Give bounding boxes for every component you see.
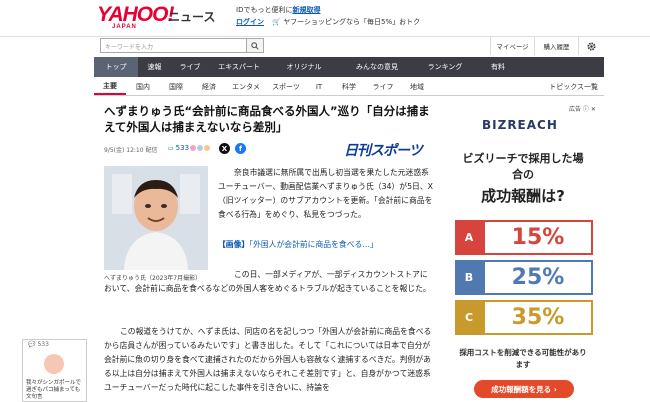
comment-count: 💬 533 [28,341,49,348]
yahoo-logo[interactable]: YAHOO! [97,4,174,25]
signup-link[interactable]: 新規取得 [292,6,320,14]
ad-label: 広告 ⓘ ✕ [569,106,596,113]
facebook-share-icon[interactable]: f [235,143,246,154]
id-promo: IDでもっと便利に新規取得 [236,5,320,15]
comment-snippet: 我々がシンガポールで過ぎもパコ捕まっても文句言 [26,380,82,400]
paragraph-1-text: 奈良市議選に無所属で出馬し初当選を果たした元迷惑系ユーチューバー、動画配信業へず… [218,168,433,219]
plan-c-pct: 35% [483,300,593,335]
paragraph-2-body: この日、一部メディアが、一部ディスカウントストアにおいて、会計前に商品を食べるな… [104,270,431,293]
ad-cta-button[interactable]: 成功報酬額を見る › [474,380,574,398]
ad-cta-label: 成功報酬額を見る [491,384,552,394]
tab-region[interactable]: 地域 [400,78,434,95]
paragraph-3-text: この報道をうけてか、へずま氏は、同店の名を記しつつ「外国人が会計前に商品を食べる… [104,327,432,392]
search-button[interactable] [246,38,264,53]
news-section-title[interactable]: ニュース [168,8,215,25]
plan-b-label: B [455,260,483,295]
article-paragraph-2: この日、一部メディアが、一部ディスカウントストアにおいて、会計前に商品を食べるな… [104,268,434,296]
plan-c-label: C [455,300,483,335]
category-nav: 主要 国内 国際 経済 エンタメ スポーツ IT 科学 ライフ 地域 トピックス… [94,78,604,96]
tab-economy[interactable]: 経済 [192,78,226,95]
bizreach-logo: BIZREACH [482,118,558,132]
ad-headline: ビズリーチで採用した場合の [462,152,584,181]
login-row: ログイン 🛒 ヤフーショッピングなら「毎日5%」おトク [236,17,420,27]
login-link[interactable]: ログイン [236,18,264,26]
yahoo-logo-sub: JAPAN [112,24,137,30]
ad-label-text: 広告 [569,106,582,113]
tab-it[interactable]: IT [306,78,332,95]
article-title: へずまりゅう氏“会計前に商品食べる外国人”巡り「自分は捕まえて外国人は捕まえない… [104,104,430,134]
ad-plan-b: B 25% [455,260,593,295]
ad-big-text: 成功報酬は? [481,187,565,205]
comments-link[interactable]: ▭ 533 [168,144,189,152]
source-logo[interactable]: 日刊スポーツ [344,140,423,160]
person-photo [104,166,208,270]
cart-icon: 🛒 [272,18,281,26]
comment-count-value: 533 [37,341,49,348]
plan-a-label: A [455,220,483,255]
search-input[interactable]: キーワードを入力 [100,38,247,53]
tab-domestic[interactable]: 国内 [126,78,160,95]
mypage-link[interactable]: マイページ [490,37,534,55]
x-share-icon[interactable]: X [219,143,230,154]
nav-top[interactable]: トップ [94,57,138,77]
article-paragraph-3: この報道をうけてか、へずま氏は、同店の名を記しつつ「外国人が会計前に商品を食べる… [104,325,434,395]
related-text: 「外国人が会計前に商品を食べる…」 [249,240,378,249]
settings-button[interactable] [578,37,604,55]
comment-icon: ▭ [168,144,174,152]
tab-sports[interactable]: スポーツ [266,78,306,95]
primary-nav: トップ 速報 ライブ エキスパート オリジナル みんなの意見 ランキング 有料 [94,57,604,77]
ad-subtext: 採用コストを削減できる可能性があります [459,348,587,369]
nav-expert[interactable]: エキスパート [209,57,269,77]
purchase-history-link[interactable]: 購入履歴 [534,37,578,55]
article-paragraph-1: 奈良市議選に無所属で出馬し初当選を果たした元迷惑系ユーチューバー、動画配信業へず… [218,166,433,222]
topics-list-link[interactable]: トピックス一覧 [549,78,604,95]
reaction-icon [197,145,203,151]
tab-international[interactable]: 国際 [160,78,192,95]
plan-b-pct: 25% [483,260,593,295]
nav-opinions[interactable]: みんなの意見 [339,57,415,77]
related-image-link[interactable]: 【画像】「外国人が会計前に商品を食べる…」 [218,239,378,250]
nav-live[interactable]: ライブ [171,57,209,77]
site-header: YAHOO! JAPAN ニュース IDでもっと便利に新規取得 ログイン 🛒 ヤ… [0,0,650,34]
article-date: 9/5(金) 12:10 配信 [104,147,158,154]
search-icon [251,41,259,50]
tab-main[interactable]: 主要 [94,78,126,95]
avatar [44,354,64,374]
gear-icon [587,41,596,51]
ad-plan-c: C 35% [455,300,593,335]
comment-icon: 💬 [28,341,36,348]
chevron-right-icon: › [551,384,557,394]
reaction-icon [190,145,196,151]
comments-count: 533 [175,144,190,152]
related-tag: 【画像】 [218,240,250,249]
tab-science[interactable]: 科学 [332,78,366,95]
tab-life[interactable]: ライフ [366,78,400,95]
tab-entertainment[interactable]: エンタメ [226,78,266,95]
nav-original[interactable]: オリジナル [269,57,339,77]
id-promo-text: IDでもっと便利に [236,6,293,14]
ad-plan-a: A 15% [455,220,593,255]
reaction-icons[interactable] [190,145,210,151]
plan-a-pct: 15% [483,220,593,255]
reaction-icon [204,145,210,151]
nav-paid[interactable]: 有料 [475,57,521,77]
article-photo[interactable] [104,166,208,270]
shopping-link[interactable]: ヤフーショッピングなら「毎日5%」おトク [283,18,420,26]
nav-ranking[interactable]: ランキング [415,57,475,77]
nav-breaking[interactable]: 速報 [138,57,171,77]
